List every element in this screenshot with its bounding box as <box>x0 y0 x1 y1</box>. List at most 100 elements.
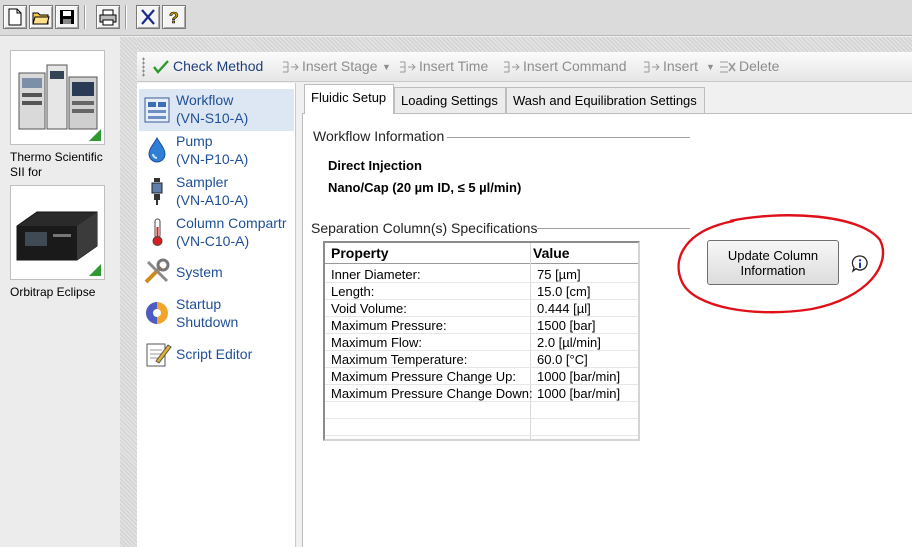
nav-label-sampler: Sampler <box>176 174 229 190</box>
update-column-info-button[interactable]: Update Column Information <box>707 240 839 285</box>
table-row[interactable]: Maximum Pressure Change Down: 1000 [bar/m… <box>325 385 638 402</box>
dropdown-arrow-icon: ▼ <box>706 62 715 72</box>
table-row[interactable]: Void Volume: 0.444 [µl] <box>325 300 638 317</box>
print-button[interactable] <box>96 5 120 29</box>
svg-text:?: ? <box>169 10 179 26</box>
help-icon: ? <box>169 10 179 26</box>
row-property: Inner Diameter: <box>331 267 421 282</box>
update-button-label-line1: Update Column <box>727 248 819 263</box>
nav-item-script-editor[interactable]: Script Editor <box>137 339 295 369</box>
insert-time-icon <box>400 61 416 73</box>
nav-sublabel-workflow: (VN-S10-A) <box>176 110 249 126</box>
row-value: 75 [µm] <box>537 267 581 282</box>
delete-label: Delete <box>739 58 780 74</box>
workflow-info-title: Workflow Information <box>313 128 445 144</box>
nav-item-startup-shutdown[interactable]: Startup Shutdown <box>137 294 295 334</box>
nav-item-system[interactable]: System <box>137 257 295 287</box>
nav-item-sampler[interactable]: Sampler (VN-A10-A) <box>137 172 295 212</box>
device-tile-ms[interactable] <box>10 185 105 280</box>
header-property: Property <box>331 245 389 261</box>
info-icon[interactable] <box>850 254 870 274</box>
workflow-injection-type: Direct Injection <box>328 158 422 173</box>
toolbar-separator <box>84 5 86 29</box>
device-label-ms: Orbitrap Eclipse <box>10 285 96 299</box>
hatched-border-top <box>120 37 912 52</box>
row-rule <box>325 435 638 436</box>
nav-label-startup: Startup <box>176 296 222 312</box>
table-row[interactable]: Maximum Temperature: 60.0 [°C] <box>325 351 638 368</box>
toolbar-grip[interactable] <box>142 57 145 77</box>
thermometer-icon <box>152 218 163 246</box>
row-value: 2.0 [µl/min] <box>537 335 601 350</box>
row-property: Maximum Pressure Change Down: <box>331 386 533 401</box>
table-row-empty <box>325 402 638 419</box>
tab-fluidic-setup[interactable]: Fluidic Setup <box>304 84 394 114</box>
main-toolbar: ? <box>0 0 912 36</box>
table-row[interactable]: Maximum Pressure Change Up: 1000 [bar/min… <box>325 368 638 385</box>
row-property: Maximum Pressure Change Up: <box>331 369 516 384</box>
device-label-lc: Thermo Scientific SII for <box>10 150 103 179</box>
table-row-empty <box>325 419 638 436</box>
row-property: Length: <box>331 284 375 299</box>
row-value: 1000 [bar/min] <box>537 369 621 384</box>
insert-command-icon <box>504 61 520 73</box>
table-row[interactable]: Maximum Pressure: 1500 [bar] <box>325 317 638 334</box>
nav-item-column-compartment[interactable]: Column Compartr (VN-C10-A) <box>137 213 295 253</box>
check-method-label: Check Method <box>173 58 264 74</box>
save-icon <box>60 10 74 24</box>
insert-command-label: Insert Command <box>523 58 627 74</box>
nav-item-pump[interactable]: Pump (VN-P10-A) <box>137 131 295 171</box>
row-value: 60.0 [°C] <box>537 352 588 367</box>
row-property: Void Volume: <box>331 301 407 316</box>
help-button[interactable]: ? <box>162 5 186 29</box>
dropdown-arrow-icon: ▼ <box>382 62 391 72</box>
tab-loading-settings[interactable]: Loading Settings <box>394 87 506 113</box>
device-tile-lc[interactable] <box>10 50 105 145</box>
nav-sublabel-pump: (VN-P10-A) <box>176 151 249 167</box>
column-spec-table[interactable]: Property Value Inner Diameter: 75 [µm] Le… <box>323 241 640 441</box>
cut-button[interactable] <box>136 5 160 29</box>
nav-label-workflow: Workflow <box>176 92 234 108</box>
nav-label-system: System <box>176 264 223 280</box>
cut-icon <box>141 9 155 25</box>
nav-item-workflow[interactable]: Workflow (VN-S10-A) <box>137 89 295 131</box>
delete-icon <box>720 61 736 73</box>
device-panel: Thermo Scientific SII for Orbitrap Eclip… <box>0 37 120 547</box>
checkmark-icon <box>153 60 169 74</box>
table-header: Property Value <box>325 243 638 264</box>
workflow-icon <box>144 97 170 123</box>
nav-label-column-compartment: Column Compartr <box>176 215 287 231</box>
row-value: 1000 [bar/min] <box>537 386 621 401</box>
group-divider <box>537 228 690 229</box>
row-property: Maximum Pressure: <box>331 318 447 333</box>
script-editor-icon <box>146 343 172 367</box>
row-value: 0.444 [µl] <box>537 301 591 316</box>
toolbar-separator <box>125 5 127 29</box>
row-property: Maximum Flow: <box>331 335 423 350</box>
row-property: Maximum Temperature: <box>331 352 468 367</box>
nav-label-pump: Pump <box>176 133 213 149</box>
device-status-indicator <box>89 129 101 141</box>
nav-sublabel-sampler: (VN-A10-A) <box>176 192 249 208</box>
insert-label: Insert <box>663 58 699 74</box>
new-file-button[interactable] <box>3 5 27 29</box>
tools-icon <box>144 258 170 284</box>
device-status-indicator <box>89 264 101 276</box>
row-value: 1500 [bar] <box>537 318 596 333</box>
table-row[interactable]: Length: 15.0 [cm] <box>325 283 638 300</box>
separation-specs-title: Separation Column(s) Specifications <box>311 220 538 236</box>
open-button[interactable] <box>29 5 53 29</box>
insert-stage-icon <box>283 61 299 73</box>
method-nav-panel: Workflow (VN-S10-A) Pump (VN-P10-A) Samp… <box>137 83 296 547</box>
save-button[interactable] <box>55 5 79 29</box>
new-file-icon <box>8 8 22 26</box>
tab-wash-equilibration-settings[interactable]: Wash and Equilibration Settings <box>506 87 705 113</box>
nav-sublabel-column-compartment: (VN-C10-A) <box>176 233 250 249</box>
table-row[interactable]: Maximum Flow: 2.0 [µl/min] <box>325 334 638 351</box>
table-row[interactable]: Inner Diameter: 75 [µm] <box>325 266 638 283</box>
group-divider <box>447 137 690 138</box>
header-value: Value <box>533 245 570 261</box>
insert-icon <box>644 61 660 73</box>
open-folder-icon <box>32 12 50 25</box>
pump-drop-icon <box>148 136 166 163</box>
